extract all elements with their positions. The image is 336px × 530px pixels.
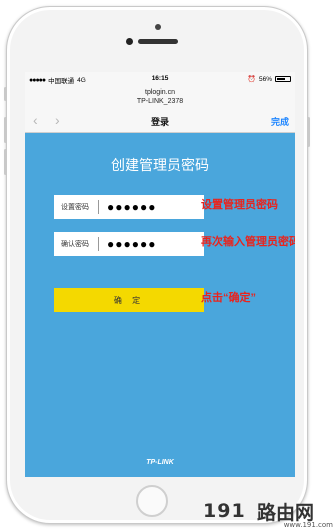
- page-title: 创建管理员密码: [111, 157, 209, 173]
- camera-icon: [126, 38, 133, 45]
- watermark-site: www.191.com: [283, 521, 333, 529]
- url-host: tplogin.cn: [145, 89, 175, 96]
- annotation-repeat-password: 再次输入管理员密码: [201, 236, 295, 248]
- field-divider: [98, 237, 99, 251]
- confirm-button[interactable]: 确 定: [54, 288, 204, 312]
- password-input[interactable]: ●●●●●●: [107, 200, 157, 214]
- speaker-grille: [138, 39, 178, 44]
- power-button: [307, 117, 310, 147]
- volume-down-button: [4, 149, 7, 175]
- screen: ●●●●● 中国联通 4G 16:15 ⏰ 56% tplogin.cn TP-…: [25, 72, 295, 477]
- mute-switch: [4, 87, 7, 101]
- battery-fill: [277, 78, 285, 80]
- annotation-click-confirm: 点击“确定”: [201, 292, 256, 304]
- home-button[interactable]: [136, 485, 168, 517]
- battery-icon: [275, 76, 291, 82]
- login-form: 创建管理员密码 设置密码 ●●●●●● 确认密码 ●●●●●● 确 定 设置管理…: [25, 133, 295, 477]
- alarm-icon: ⏰: [247, 76, 256, 83]
- done-button[interactable]: 完成: [271, 115, 289, 128]
- nav-bar: ‹ › 登录 完成: [25, 110, 295, 133]
- nav-title: 登录: [150, 117, 169, 127]
- phone-frame: ●●●●● 中国联通 4G 16:15 ⏰ 56% tplogin.cn TP-…: [4, 6, 310, 524]
- confirm-password-label: 确认密码: [61, 241, 89, 248]
- password-field[interactable]: 设置密码 ●●●●●●: [54, 195, 204, 219]
- annotation-set-password: 设置管理员密码: [201, 199, 278, 211]
- battery-percent: 56%: [258, 75, 272, 83]
- sensor-icon: [155, 24, 161, 30]
- status-bar: ●●●●● 中国联通 4G 16:15 ⏰ 56%: [25, 72, 295, 86]
- confirm-password-field[interactable]: 确认密码 ●●●●●●: [54, 232, 204, 256]
- password-label: 设置密码: [61, 204, 89, 211]
- watermark-number: 191: [203, 500, 246, 522]
- site-watermark: 191 路由网 www.191.com: [203, 500, 333, 529]
- confirm-password-input[interactable]: ●●●●●●: [107, 237, 157, 251]
- volume-up-button: [4, 117, 7, 143]
- brand-logo: TP-LINK: [146, 459, 174, 466]
- address-bar[interactable]: tplogin.cn TP-LINK_2378: [25, 86, 295, 110]
- field-divider: [98, 200, 99, 214]
- page-name: TP-LINK_2378: [136, 98, 184, 105]
